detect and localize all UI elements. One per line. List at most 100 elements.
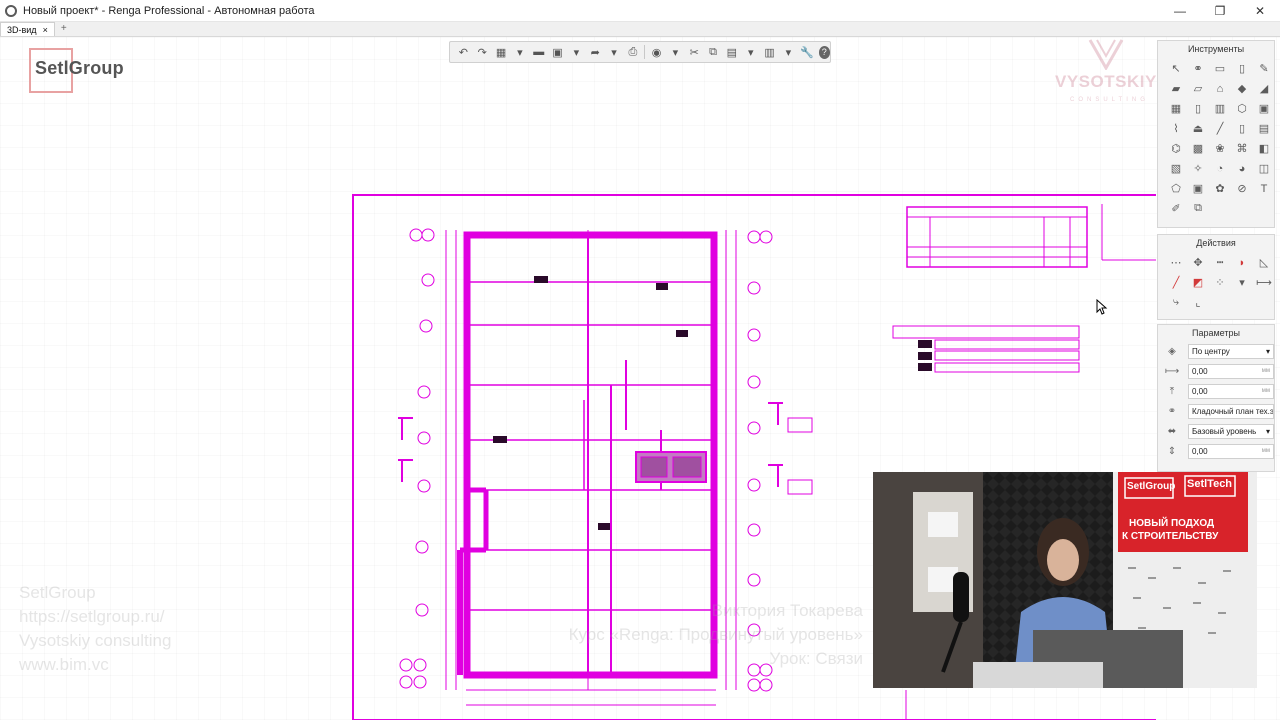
watermark-line: https://setlgroup.ru/ xyxy=(19,607,165,626)
rotate-icon[interactable]: ✥ xyxy=(1188,253,1208,272)
mirror-icon[interactable]: ◗ xyxy=(1232,253,1252,272)
offset-x-field[interactable]: 0,00 мм xyxy=(1188,363,1274,379)
close-button[interactable]: ✕ xyxy=(1240,0,1280,22)
elevation-icon: ⇕ xyxy=(1167,445,1177,457)
corner-icon[interactable]: ◺ xyxy=(1254,253,1274,272)
print-icon[interactable]: ⎙ xyxy=(625,44,640,61)
roof-icon[interactable]: ⌂ xyxy=(1210,79,1230,98)
chevron-down-icon[interactable]: ▾ xyxy=(668,44,683,61)
redo-icon[interactable]: ↷ xyxy=(475,44,490,61)
wall-icon[interactable]: ▭ xyxy=(1210,59,1230,78)
brush-icon[interactable]: ✐ xyxy=(1166,199,1186,218)
printer-3d-icon[interactable]: ▣ xyxy=(1188,179,1208,198)
course-watermark-right: Виктория Токарева Курс «Renga: Продвинут… xyxy=(569,599,863,671)
open-folder-icon[interactable]: ▬ xyxy=(531,44,546,61)
window-icon[interactable]: ▦ xyxy=(1166,99,1186,118)
save-icon[interactable]: ▣ xyxy=(550,44,565,61)
mesh-icon[interactable]: ✧ xyxy=(1188,159,1208,178)
paste-icon[interactable]: ▤ xyxy=(724,44,739,61)
duct-icon[interactable]: ▩ xyxy=(1188,139,1208,158)
cut-icon[interactable]: ✂ xyxy=(687,44,702,61)
fitting-icon[interactable]: ❀ xyxy=(1210,139,1230,158)
stair-icon[interactable]: ⌇ xyxy=(1166,119,1186,138)
add-tab-button[interactable]: + xyxy=(61,22,67,36)
text-icon[interactable]: T xyxy=(1254,179,1274,198)
watermark-line: Курс «Renga: Продвинутый уровень» xyxy=(568,625,863,644)
view-cube-icon[interactable]: ▦ xyxy=(494,44,509,61)
visibility-icon[interactable]: ◉ xyxy=(649,44,664,61)
chevron-down-icon: ▾ xyxy=(1265,426,1270,436)
chevron-down-icon[interactable]: ▾ xyxy=(743,44,758,61)
chevron-down-icon[interactable]: ▾ xyxy=(607,44,622,61)
chevron-down-icon[interactable]: ▾ xyxy=(512,44,527,61)
railing-icon[interactable]: ▥ xyxy=(1210,99,1230,118)
minimize-button[interactable]: — xyxy=(1160,0,1200,22)
alignment-select[interactable]: По центру ▾ xyxy=(1188,343,1274,359)
split-icon[interactable]: ◩ xyxy=(1188,273,1208,292)
cable-icon[interactable]: ◕ xyxy=(1232,159,1252,178)
settings-wrench-icon[interactable]: 🔧 xyxy=(800,44,815,61)
actions-grid: ⋯ ✥ ┅ ◗ ◺ ╱ ◩ ⁘ ▾ ⟼ ⤷ ⌞ xyxy=(1158,251,1274,316)
elevation-field[interactable]: 0,00 мм xyxy=(1188,443,1274,459)
link-file-field[interactable]: Кладочный план тех.эт xyxy=(1188,403,1274,419)
room-icon[interactable]: ⏏ xyxy=(1188,119,1208,138)
rebar-icon[interactable]: ▧ xyxy=(1166,159,1186,178)
trim-icon[interactable]: ╱ xyxy=(1166,273,1186,292)
slab-icon[interactable]: ◆ xyxy=(1232,79,1252,98)
chevron-down-icon[interactable]: ▾ xyxy=(781,44,796,61)
door-icon[interactable]: ▯ xyxy=(1188,99,1208,118)
unit-label: мм xyxy=(1261,448,1270,454)
tab-label: 3D-вид xyxy=(7,24,37,35)
hatch-icon[interactable]: ◧ xyxy=(1254,139,1274,158)
stack-icon[interactable]: ⧉ xyxy=(1188,199,1208,218)
panel-icon[interactable]: ◫ xyxy=(1254,159,1274,178)
tools-panel: Инструменты ↖ ⚭ ▭ ▯ ✎ ▰ ▱ ⌂ ◆ ◢ ▦ ▯ ▥ ⬡ … xyxy=(1157,40,1275,228)
level-select[interactable]: Базовый уровень ▾ xyxy=(1188,423,1274,439)
layers-icon[interactable]: ▥ xyxy=(762,44,777,61)
tab-close-icon[interactable]: × xyxy=(43,25,48,35)
copy-icon[interactable]: ⧉ xyxy=(706,44,721,61)
unit-label: мм xyxy=(1261,388,1270,394)
chevron-down-icon[interactable]: ▾ xyxy=(1232,273,1252,292)
tab-3d-view[interactable]: 3D-вид × xyxy=(0,22,55,36)
export-icon[interactable]: ➦ xyxy=(588,44,603,61)
tools-panel-title: Инструменты xyxy=(1187,44,1245,54)
offset-z-icon: ⤒ xyxy=(1169,385,1175,397)
plate-icon[interactable]: ▱ xyxy=(1188,79,1208,98)
node-icon[interactable]: ✿ xyxy=(1210,179,1230,198)
extend-icon[interactable]: ⌞ xyxy=(1188,293,1208,312)
undo-icon[interactable]: ↶ xyxy=(456,44,471,61)
group-icon[interactable]: ⁘ xyxy=(1210,273,1230,292)
align-icon[interactable]: ⟼ xyxy=(1254,273,1274,292)
pipe-icon[interactable]: ⌬ xyxy=(1166,139,1186,158)
window-controls: — ❐ ✕ xyxy=(1160,0,1280,22)
watermark-line: Урок: Связи xyxy=(769,649,863,668)
copy-array-icon[interactable]: ┅ xyxy=(1210,253,1230,272)
column-icon[interactable]: ▯ xyxy=(1232,59,1252,78)
level-icon: ⬌ xyxy=(1167,425,1177,437)
equipment-icon[interactable]: ⬡ xyxy=(1232,99,1252,118)
link-icon[interactable]: ⚭ xyxy=(1188,59,1208,78)
help-icon[interactable]: ? xyxy=(818,45,830,59)
foundation-icon[interactable]: ⬠ xyxy=(1166,179,1186,198)
vysotskiy-logo-mark xyxy=(1088,39,1124,70)
ramp-icon[interactable]: ◢ xyxy=(1254,79,1274,98)
move-icon[interactable]: ⋯ xyxy=(1166,253,1186,272)
pencil-icon[interactable]: ✎ xyxy=(1254,59,1274,78)
opening-icon[interactable]: ▯ xyxy=(1232,119,1252,138)
offset-z-field[interactable]: 0,00 мм xyxy=(1188,383,1274,399)
banner-logo-setlgroup: SetlGroup xyxy=(1127,481,1176,492)
valve-icon[interactable]: ⌘ xyxy=(1232,139,1252,158)
select-cursor-icon[interactable]: ↖ xyxy=(1166,59,1186,78)
toolbar-separator xyxy=(644,45,646,59)
maximize-button[interactable]: ❐ xyxy=(1200,0,1240,22)
sheet-icon[interactable]: ▤ xyxy=(1254,119,1274,138)
dimension-icon[interactable]: ⊘ xyxy=(1232,179,1252,198)
unit-label: мм xyxy=(1261,368,1270,374)
chevron-down-icon[interactable]: ▾ xyxy=(569,44,584,61)
element-icon[interactable]: ▣ xyxy=(1254,99,1274,118)
offset-icon[interactable]: ⤷ xyxy=(1166,293,1186,312)
line-icon[interactable]: ╱ xyxy=(1210,119,1230,138)
lamp-icon[interactable]: ◔ xyxy=(1210,159,1230,178)
beam-icon[interactable]: ▰ xyxy=(1166,79,1186,98)
